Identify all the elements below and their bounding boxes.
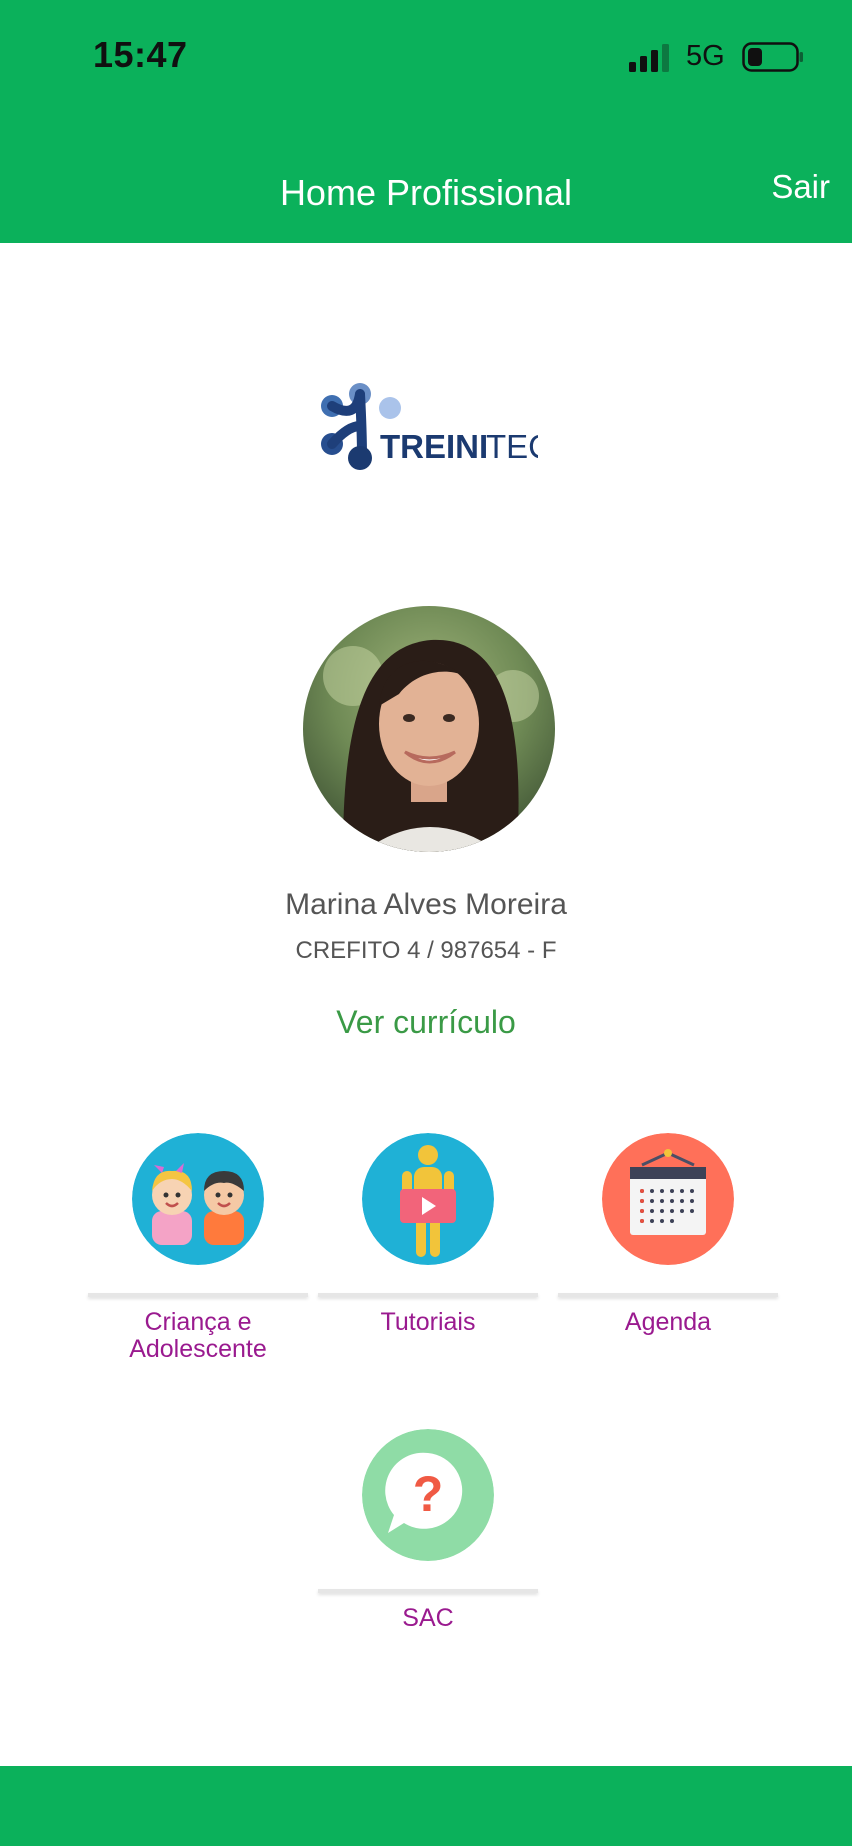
menu-divider (318, 1293, 538, 1297)
help-chat-icon: ? (362, 1429, 494, 1561)
battery-icon (742, 42, 803, 72)
menu-item-label: Agenda (624, 1308, 712, 1336)
logout-button[interactable]: Sair (771, 168, 830, 206)
view-cv-link[interactable]: Ver currículo (0, 1004, 852, 1041)
page-title: Home Profissional (279, 172, 573, 213)
top-header: 15:47 5G Home Profissional Sair (0, 0, 852, 243)
menu-item-label: Criança e Adolescente (129, 1308, 267, 1363)
signal-bars-icon (629, 44, 669, 72)
bottom-bar (0, 1766, 852, 1846)
profile-avatar (303, 606, 555, 852)
network-label: 5G (686, 40, 725, 72)
logo-text-bold: TREINI (380, 428, 488, 465)
menu-item-label: Tutoriais (380, 1308, 476, 1336)
logo-text-light: TEC (486, 428, 538, 465)
menu-divider (318, 1589, 538, 1593)
menu-divider (558, 1293, 778, 1297)
professional-registration: CREFITO 4 / 987654 - F (295, 937, 557, 964)
menu-item-label: SAC (402, 1604, 454, 1632)
treinitec-logo: TREINI TEC (321, 383, 538, 470)
menu-divider (88, 1293, 308, 1297)
svg-text:?: ? (413, 1466, 444, 1522)
tutorial-video-icon (362, 1133, 494, 1265)
professional-name: Marina Alves Moreira (285, 888, 567, 921)
calendar-icon (602, 1133, 734, 1265)
status-time: 15:47 (93, 34, 188, 75)
children-icon (132, 1133, 264, 1265)
